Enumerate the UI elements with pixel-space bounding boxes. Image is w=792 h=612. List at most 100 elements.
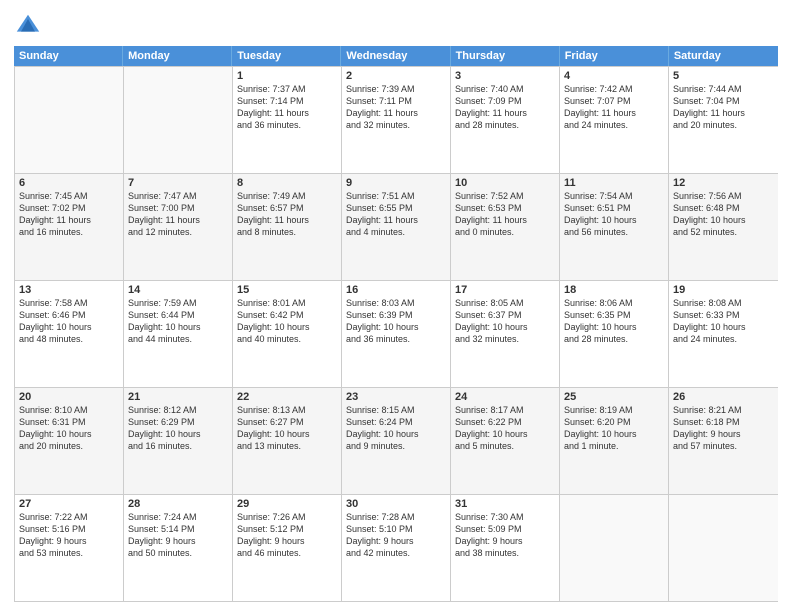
day-number: 22 xyxy=(237,391,337,403)
day-cell-3: 3Sunrise: 7:40 AM Sunset: 7:09 PM Daylig… xyxy=(451,67,560,173)
day-info: Sunrise: 7:59 AM Sunset: 6:44 PM Dayligh… xyxy=(128,297,228,346)
empty-cell xyxy=(560,495,669,601)
day-info: Sunrise: 8:05 AM Sunset: 6:37 PM Dayligh… xyxy=(455,297,555,346)
day-info: Sunrise: 8:13 AM Sunset: 6:27 PM Dayligh… xyxy=(237,404,337,453)
day-cell-10: 10Sunrise: 7:52 AM Sunset: 6:53 PM Dayli… xyxy=(451,174,560,280)
calendar-row-3: 20Sunrise: 8:10 AM Sunset: 6:31 PM Dayli… xyxy=(15,387,778,494)
day-cell-25: 25Sunrise: 8:19 AM Sunset: 6:20 PM Dayli… xyxy=(560,388,669,494)
day-number: 20 xyxy=(19,391,119,403)
calendar-row-0: 1Sunrise: 7:37 AM Sunset: 7:14 PM Daylig… xyxy=(15,66,778,173)
day-cell-28: 28Sunrise: 7:24 AM Sunset: 5:14 PM Dayli… xyxy=(124,495,233,601)
day-cell-16: 16Sunrise: 8:03 AM Sunset: 6:39 PM Dayli… xyxy=(342,281,451,387)
calendar-row-1: 6Sunrise: 7:45 AM Sunset: 7:02 PM Daylig… xyxy=(15,173,778,280)
day-info: Sunrise: 7:42 AM Sunset: 7:07 PM Dayligh… xyxy=(564,83,664,132)
day-number: 7 xyxy=(128,177,228,189)
day-number: 21 xyxy=(128,391,228,403)
calendar-header: SundayMondayTuesdayWednesdayThursdayFrid… xyxy=(14,46,778,66)
day-cell-9: 9Sunrise: 7:51 AM Sunset: 6:55 PM Daylig… xyxy=(342,174,451,280)
day-number: 11 xyxy=(564,177,664,189)
day-number: 13 xyxy=(19,284,119,296)
day-info: Sunrise: 7:30 AM Sunset: 5:09 PM Dayligh… xyxy=(455,511,555,560)
logo xyxy=(14,12,46,40)
day-cell-23: 23Sunrise: 8:15 AM Sunset: 6:24 PM Dayli… xyxy=(342,388,451,494)
day-info: Sunrise: 7:47 AM Sunset: 7:00 PM Dayligh… xyxy=(128,190,228,239)
day-info: Sunrise: 7:40 AM Sunset: 7:09 PM Dayligh… xyxy=(455,83,555,132)
day-cell-1: 1Sunrise: 7:37 AM Sunset: 7:14 PM Daylig… xyxy=(233,67,342,173)
calendar-body: 1Sunrise: 7:37 AM Sunset: 7:14 PM Daylig… xyxy=(14,66,778,602)
day-number: 25 xyxy=(564,391,664,403)
day-number: 14 xyxy=(128,284,228,296)
day-cell-4: 4Sunrise: 7:42 AM Sunset: 7:07 PM Daylig… xyxy=(560,67,669,173)
weekday-header-saturday: Saturday xyxy=(669,46,778,66)
empty-cell xyxy=(15,67,124,173)
day-cell-13: 13Sunrise: 7:58 AM Sunset: 6:46 PM Dayli… xyxy=(15,281,124,387)
day-cell-7: 7Sunrise: 7:47 AM Sunset: 7:00 PM Daylig… xyxy=(124,174,233,280)
day-info: Sunrise: 7:39 AM Sunset: 7:11 PM Dayligh… xyxy=(346,83,446,132)
day-info: Sunrise: 8:15 AM Sunset: 6:24 PM Dayligh… xyxy=(346,404,446,453)
calendar-row-4: 27Sunrise: 7:22 AM Sunset: 5:16 PM Dayli… xyxy=(15,494,778,601)
page: SundayMondayTuesdayWednesdayThursdayFrid… xyxy=(0,0,792,612)
day-number: 16 xyxy=(346,284,446,296)
day-cell-18: 18Sunrise: 8:06 AM Sunset: 6:35 PM Dayli… xyxy=(560,281,669,387)
day-number: 9 xyxy=(346,177,446,189)
day-number: 10 xyxy=(455,177,555,189)
empty-cell xyxy=(124,67,233,173)
day-info: Sunrise: 8:21 AM Sunset: 6:18 PM Dayligh… xyxy=(673,404,774,453)
day-info: Sunrise: 8:06 AM Sunset: 6:35 PM Dayligh… xyxy=(564,297,664,346)
day-number: 1 xyxy=(237,70,337,82)
day-info: Sunrise: 7:24 AM Sunset: 5:14 PM Dayligh… xyxy=(128,511,228,560)
day-number: 29 xyxy=(237,498,337,510)
header xyxy=(14,12,778,40)
day-number: 24 xyxy=(455,391,555,403)
day-number: 31 xyxy=(455,498,555,510)
day-cell-26: 26Sunrise: 8:21 AM Sunset: 6:18 PM Dayli… xyxy=(669,388,778,494)
day-info: Sunrise: 8:01 AM Sunset: 6:42 PM Dayligh… xyxy=(237,297,337,346)
weekday-header-sunday: Sunday xyxy=(14,46,123,66)
day-number: 15 xyxy=(237,284,337,296)
day-info: Sunrise: 8:19 AM Sunset: 6:20 PM Dayligh… xyxy=(564,404,664,453)
day-number: 27 xyxy=(19,498,119,510)
weekday-header-monday: Monday xyxy=(123,46,232,66)
day-number: 30 xyxy=(346,498,446,510)
day-cell-14: 14Sunrise: 7:59 AM Sunset: 6:44 PM Dayli… xyxy=(124,281,233,387)
day-number: 17 xyxy=(455,284,555,296)
day-info: Sunrise: 7:45 AM Sunset: 7:02 PM Dayligh… xyxy=(19,190,119,239)
day-cell-6: 6Sunrise: 7:45 AM Sunset: 7:02 PM Daylig… xyxy=(15,174,124,280)
day-cell-20: 20Sunrise: 8:10 AM Sunset: 6:31 PM Dayli… xyxy=(15,388,124,494)
day-number: 4 xyxy=(564,70,664,82)
day-cell-24: 24Sunrise: 8:17 AM Sunset: 6:22 PM Dayli… xyxy=(451,388,560,494)
day-info: Sunrise: 7:52 AM Sunset: 6:53 PM Dayligh… xyxy=(455,190,555,239)
day-cell-29: 29Sunrise: 7:26 AM Sunset: 5:12 PM Dayli… xyxy=(233,495,342,601)
day-cell-8: 8Sunrise: 7:49 AM Sunset: 6:57 PM Daylig… xyxy=(233,174,342,280)
day-number: 5 xyxy=(673,70,774,82)
day-info: Sunrise: 8:12 AM Sunset: 6:29 PM Dayligh… xyxy=(128,404,228,453)
day-cell-22: 22Sunrise: 8:13 AM Sunset: 6:27 PM Dayli… xyxy=(233,388,342,494)
day-cell-17: 17Sunrise: 8:05 AM Sunset: 6:37 PM Dayli… xyxy=(451,281,560,387)
day-info: Sunrise: 7:49 AM Sunset: 6:57 PM Dayligh… xyxy=(237,190,337,239)
weekday-header-wednesday: Wednesday xyxy=(341,46,450,66)
day-number: 8 xyxy=(237,177,337,189)
calendar: SundayMondayTuesdayWednesdayThursdayFrid… xyxy=(14,46,778,602)
day-info: Sunrise: 7:44 AM Sunset: 7:04 PM Dayligh… xyxy=(673,83,774,132)
day-info: Sunrise: 7:28 AM Sunset: 5:10 PM Dayligh… xyxy=(346,511,446,560)
day-number: 26 xyxy=(673,391,774,403)
day-cell-12: 12Sunrise: 7:56 AM Sunset: 6:48 PM Dayli… xyxy=(669,174,778,280)
day-cell-2: 2Sunrise: 7:39 AM Sunset: 7:11 PM Daylig… xyxy=(342,67,451,173)
day-info: Sunrise: 8:03 AM Sunset: 6:39 PM Dayligh… xyxy=(346,297,446,346)
day-number: 12 xyxy=(673,177,774,189)
day-cell-30: 30Sunrise: 7:28 AM Sunset: 5:10 PM Dayli… xyxy=(342,495,451,601)
weekday-header-thursday: Thursday xyxy=(451,46,560,66)
logo-icon xyxy=(14,12,42,40)
day-cell-31: 31Sunrise: 7:30 AM Sunset: 5:09 PM Dayli… xyxy=(451,495,560,601)
day-cell-11: 11Sunrise: 7:54 AM Sunset: 6:51 PM Dayli… xyxy=(560,174,669,280)
day-cell-19: 19Sunrise: 8:08 AM Sunset: 6:33 PM Dayli… xyxy=(669,281,778,387)
day-info: Sunrise: 7:58 AM Sunset: 6:46 PM Dayligh… xyxy=(19,297,119,346)
day-number: 19 xyxy=(673,284,774,296)
day-info: Sunrise: 8:08 AM Sunset: 6:33 PM Dayligh… xyxy=(673,297,774,346)
day-cell-27: 27Sunrise: 7:22 AM Sunset: 5:16 PM Dayli… xyxy=(15,495,124,601)
day-number: 23 xyxy=(346,391,446,403)
day-info: Sunrise: 7:37 AM Sunset: 7:14 PM Dayligh… xyxy=(237,83,337,132)
day-info: Sunrise: 7:56 AM Sunset: 6:48 PM Dayligh… xyxy=(673,190,774,239)
day-info: Sunrise: 8:17 AM Sunset: 6:22 PM Dayligh… xyxy=(455,404,555,453)
day-info: Sunrise: 7:22 AM Sunset: 5:16 PM Dayligh… xyxy=(19,511,119,560)
